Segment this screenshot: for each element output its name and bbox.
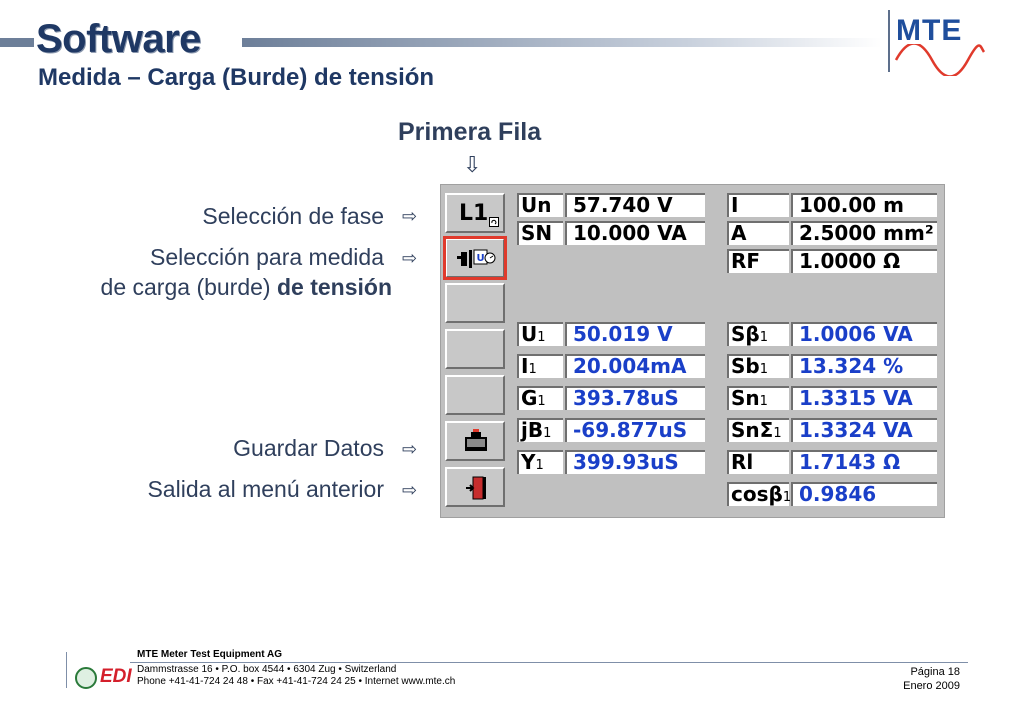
exit-door-icon	[466, 476, 486, 500]
value-jb1: -69.877uS	[565, 418, 705, 442]
label-i: I	[727, 193, 789, 217]
footer-company: MTE Meter Test Equipment AG	[137, 649, 283, 660]
edi-logo-text: EDI	[100, 666, 132, 687]
footer-phone: Phone +41-41-724 24 48 • Fax +41-41-724 …	[137, 676, 456, 687]
down-arrow-icon: ⇩	[463, 152, 482, 177]
page-subtitle: Medida – Carga (Burde) de tensión	[38, 64, 435, 91]
label-text: jB	[521, 418, 544, 442]
label-text: Sb	[731, 354, 760, 378]
value-g1: 393.78uS	[565, 386, 705, 410]
label-sn: SN	[517, 221, 563, 245]
value-u1: 50.019 V	[565, 322, 705, 346]
footer-page-number: Página 18	[910, 666, 960, 678]
label-cosbeta1: cosβ1	[727, 482, 792, 506]
label-g1: G1	[517, 386, 563, 410]
phase-selection-label: Selección de fase	[202, 203, 384, 229]
value-a: 2.5000 mm²	[791, 221, 937, 245]
label-sub: 1	[759, 394, 768, 409]
header-bar-right	[242, 38, 882, 47]
value-rf: 1.0000 Ω	[791, 249, 937, 273]
footer-divider-vertical	[66, 652, 67, 688]
label-sub: 1	[759, 330, 769, 345]
label-text: Sβ	[731, 322, 760, 346]
label-sub: 1	[543, 426, 552, 441]
measure-selection-bold: de tensión	[276, 274, 392, 300]
save-data-button[interactable]	[445, 421, 505, 461]
value-cosbeta1: 0.9846	[791, 482, 937, 506]
value-sbeta1: 1.0006 VA	[791, 322, 937, 346]
measure-selection-text: de carga (burde)	[100, 274, 277, 300]
value-un: 57.740 V	[565, 193, 705, 217]
label-i1: I1	[517, 354, 563, 378]
empty-side-button-3[interactable]	[445, 375, 505, 415]
label-text: Rl	[731, 450, 754, 474]
empty-side-button-1[interactable]	[445, 283, 505, 323]
mte-logo: MTE	[888, 10, 988, 76]
column-title: Primera Fila	[398, 118, 542, 146]
logo-text: MTE	[896, 14, 963, 47]
value-rl: 1.7143 Ω	[791, 450, 937, 474]
label-a: A	[727, 221, 789, 245]
label-sbeta1: Sβ1	[727, 322, 789, 346]
sine-wave-icon	[894, 44, 986, 76]
label-rf: RF	[727, 249, 789, 273]
logo-divider	[888, 10, 890, 72]
label-text: U	[521, 322, 538, 346]
value-sn: 10.000 VA	[565, 221, 705, 245]
label-text: Sn	[731, 386, 760, 410]
voltage-burden-measure-button[interactable]: U	[443, 236, 507, 280]
label-u1: U1	[517, 322, 563, 346]
footer-divider-horizontal	[130, 662, 968, 663]
right-arrow-icon: ⇨	[402, 248, 418, 268]
right-arrow-icon: ⇨	[402, 439, 418, 459]
right-arrow-icon: ⇨	[402, 480, 418, 500]
label-sub: 1	[537, 330, 546, 345]
label-sub: 1	[782, 490, 792, 505]
exit-menu-label: Salida al menú anterior	[147, 476, 384, 502]
empty-side-button-2[interactable]	[445, 329, 505, 369]
label-sub: 1	[535, 458, 544, 473]
label-jb1: jB1	[517, 418, 563, 442]
label-sub: 1	[759, 362, 769, 377]
label-y1: Y1	[517, 450, 563, 474]
label-sn1: Sn1	[727, 386, 789, 410]
camera-icon	[465, 429, 487, 451]
label-sub: 1	[537, 394, 546, 409]
footer-address: Dammstrasse 16 • P.O. box 4544 • 6304 Zu…	[137, 664, 397, 675]
measure-selection-label-line1: Selección para medida	[150, 244, 384, 270]
label-snsigma1: SnΣ1	[727, 418, 789, 442]
page-title: Software	[36, 17, 201, 61]
save-data-label: Guardar Datos	[233, 435, 384, 461]
label-text: SnΣ	[731, 418, 774, 442]
label-text: G	[521, 386, 538, 410]
measurement-panel: L1 U Un 57.740 V I 100.00 m SN 10.000 VA…	[440, 184, 945, 518]
value-sn1: 1.3315 VA	[791, 386, 937, 410]
label-text: cosβ	[731, 482, 783, 506]
value-i: 100.00 m	[791, 193, 937, 217]
cycle-icon	[489, 217, 499, 227]
voltage-transformer-icon: U	[457, 249, 496, 268]
right-arrow-icon: ⇨	[402, 206, 418, 226]
label-un: Un	[517, 193, 563, 217]
svg-text:U: U	[477, 253, 485, 264]
label-sub: 1	[773, 426, 782, 441]
label-text: Y	[521, 450, 536, 474]
measure-selection-label-line2: de carga (burde) de tensión	[101, 274, 392, 301]
footer-date: Enero 2009	[903, 680, 960, 692]
phase-select-button[interactable]: L1	[445, 193, 505, 233]
value-y1: 399.93uS	[565, 450, 705, 474]
value-snsigma1: 1.3324 VA	[791, 418, 937, 442]
value-sb1: 13.324 %	[791, 354, 937, 378]
header-bar-left	[0, 38, 34, 47]
label-sb1: Sb1	[727, 354, 789, 378]
edi-seal-icon	[75, 667, 97, 689]
label-sub: 1	[528, 362, 537, 377]
value-i1: 20.004mA	[565, 354, 705, 378]
exit-button[interactable]	[445, 467, 505, 507]
label-rl: Rl	[727, 450, 789, 474]
